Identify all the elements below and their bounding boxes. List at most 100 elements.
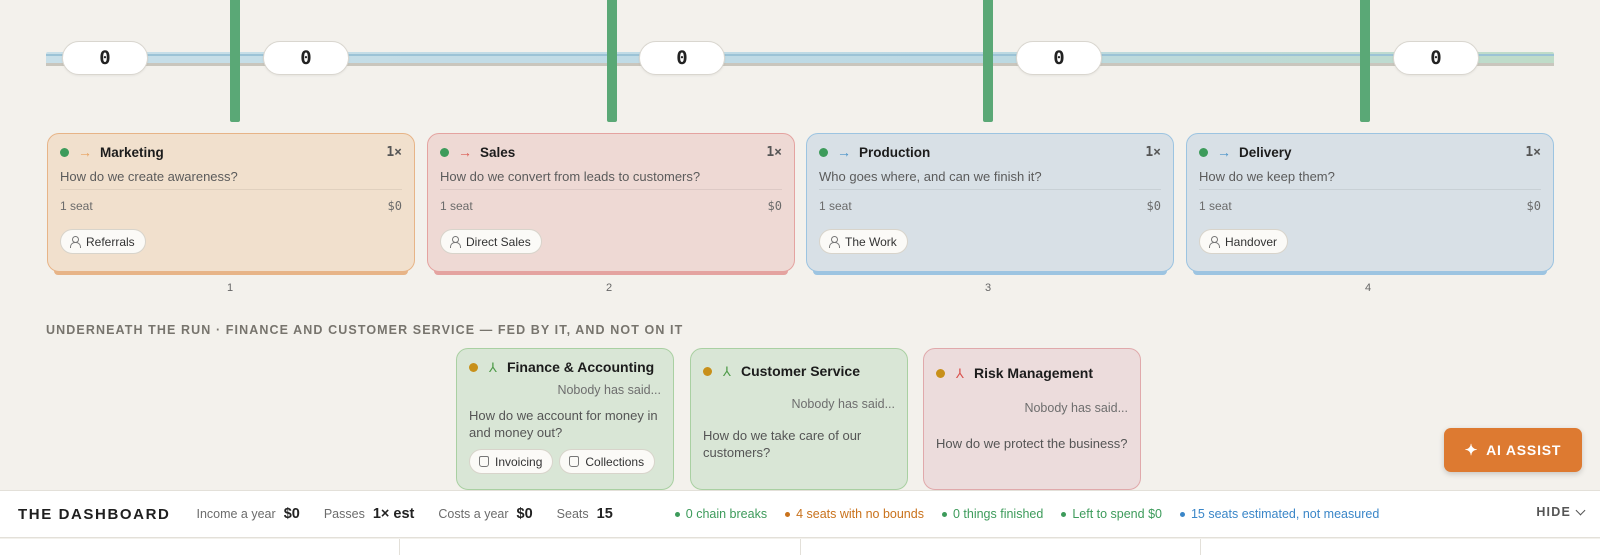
status-dot-icon <box>1061 511 1067 517</box>
role-chip[interactable]: Direct Sales <box>440 229 542 254</box>
stage-multiplier[interactable]: 1× <box>1145 145 1161 160</box>
person-icon <box>1209 236 1220 248</box>
status-unbounded-seats[interactable]: 4 seats with no bounds <box>785 507 924 521</box>
status-dot-icon <box>936 368 945 378</box>
stage-question: How do we convert from leads to customer… <box>440 166 782 190</box>
pipeline-riser-2 <box>607 0 617 122</box>
stage-header: → Production 1× <box>819 134 1161 170</box>
support-question: How do we protect the business? <box>936 436 1128 451</box>
metric-passes: Passes 1× est <box>324 506 415 522</box>
metric-label: Passes <box>323 507 365 521</box>
status-text: Left to spend $0 <box>1072 507 1162 521</box>
arrow-right-icon: → <box>78 144 92 160</box>
stage-cost: $0 <box>387 199 402 213</box>
stage-number: 4 <box>1364 282 1372 294</box>
pipeline-riser-3 <box>983 0 993 122</box>
stage-question: How do we keep them? <box>1199 166 1541 190</box>
role-chip-label: The Work <box>845 234 897 249</box>
person-icon <box>70 236 81 248</box>
stage-question: Who goes where, and can we finish it? <box>819 166 1161 190</box>
sparkle-icon: ✦ <box>1464 442 1479 459</box>
panel-divider <box>399 539 400 555</box>
stage-question: How do we create awareness? <box>60 166 402 190</box>
stage-cost: $0 <box>767 199 782 213</box>
underneath-title: UNDERNEATH THE RUN · FINANCE AND CUSTOME… <box>46 323 684 337</box>
stage-accent-bar <box>813 271 1167 275</box>
stage-meta: 1 seat $0 <box>819 199 1161 217</box>
support-name: Finance & Accounting <box>506 359 655 375</box>
stage-header: → Marketing 1× <box>60 134 402 170</box>
support-card-risk[interactable]: ⅄ Risk Management Nobody has said... How… <box>923 348 1141 490</box>
stage-card-sales[interactable]: → Sales 1× How do we convert from leads … <box>427 133 795 275</box>
support-card-finance[interactable]: ⅄ Finance & Accounting Nobody has said..… <box>456 348 674 490</box>
stage-cost: $0 <box>1146 199 1161 213</box>
stage-seats: 1 seat <box>60 199 93 213</box>
status-dot-icon <box>703 366 712 376</box>
metric-income: Income a year $0 <box>196 506 299 522</box>
support-chip-collections[interactable]: Collections <box>559 449 656 474</box>
metric-value: $0 <box>516 506 533 522</box>
stage-accent-bar <box>1193 271 1547 275</box>
dashboard-bar: THE DASHBOARD Income a year $0 Passes 1×… <box>0 490 1600 538</box>
pipeline-counter[interactable]: 0 <box>1393 41 1479 75</box>
chip-label: Collections <box>585 454 645 469</box>
support-question: How do we take care of our customers? <box>703 428 862 460</box>
stage-card-delivery[interactable]: → Delivery 1× How do we keep them? 1 sea… <box>1186 133 1554 275</box>
hide-dashboard-button[interactable]: HIDE <box>1536 505 1586 519</box>
status-text: 4 seats with no bounds <box>796 507 924 521</box>
metric-value: $0 <box>283 506 300 522</box>
status-dot-icon <box>60 147 69 157</box>
status-dot-icon <box>941 511 947 517</box>
stage-seats: 1 seat <box>819 199 852 213</box>
metric-seats: Seats 15 <box>557 506 613 522</box>
status-left-to-spend[interactable]: Left to spend $0 <box>1061 507 1162 521</box>
dashboard-title: THE DASHBOARD <box>18 505 171 523</box>
pipeline-riser-1 <box>230 0 240 122</box>
tripod-icon: ⅄ <box>489 359 497 375</box>
stage-multiplier[interactable]: 1× <box>766 145 782 160</box>
arrow-right-icon: → <box>837 144 851 160</box>
hand-icon <box>569 456 580 467</box>
pipeline-counter[interactable]: 0 <box>62 41 148 75</box>
stage-multiplier[interactable]: 1× <box>1525 145 1541 160</box>
status-chain-breaks[interactable]: 0 chain breaks <box>674 507 767 521</box>
stage-header: → Delivery 1× <box>1199 134 1541 170</box>
pipeline-counter[interactable]: 0 <box>263 41 349 75</box>
stage-accent-bar <box>54 271 408 275</box>
hand-icon <box>479 456 489 467</box>
panel-divider <box>1200 539 1201 555</box>
stage-name: Marketing <box>100 144 164 160</box>
stage-name: Sales <box>480 144 516 160</box>
stage-meta: 1 seat $0 <box>440 199 782 217</box>
pipeline-counter[interactable]: 0 <box>1016 41 1102 75</box>
role-chip[interactable]: Referrals <box>60 229 146 254</box>
metric-value: 15 <box>596 506 613 522</box>
status-dot-icon <box>819 147 828 157</box>
ai-assist-label: AI ASSIST <box>1486 442 1562 458</box>
status-seats-estimated[interactable]: 15 seats estimated, not measured <box>1179 507 1379 521</box>
support-chips: Invoicing Collections <box>469 449 661 474</box>
chip-label: Invoicing <box>495 454 543 469</box>
support-owner-note: Nobody has said... <box>557 383 661 397</box>
stage-multiplier[interactable]: 1× <box>386 145 402 160</box>
person-icon <box>829 236 840 248</box>
hide-label: HIDE <box>1536 505 1571 519</box>
stage-card-marketing[interactable]: → Marketing 1× How do we create awarenes… <box>47 133 415 275</box>
status-dot-icon <box>469 362 478 372</box>
status-things-finished[interactable]: 0 things finished <box>941 507 1043 521</box>
support-chip-invoicing[interactable]: Invoicing <box>469 449 554 474</box>
stage-card-production[interactable]: → Production 1× Who goes where, and can … <box>806 133 1174 275</box>
stage-meta: 1 seat $0 <box>1199 199 1541 217</box>
support-question: How do we account for money in and money… <box>469 408 658 440</box>
tripod-icon: ⅄ <box>723 363 731 379</box>
arrow-right-icon: → <box>1217 144 1231 160</box>
tripod-icon: ⅄ <box>956 365 964 381</box>
stage-number: 3 <box>984 282 992 294</box>
support-card-customer-service[interactable]: ⅄ Customer Service Nobody has said... Ho… <box>690 348 908 490</box>
pipeline-counter[interactable]: 0 <box>639 41 725 75</box>
role-chip[interactable]: Handover <box>1199 229 1289 254</box>
role-chip[interactable]: The Work <box>819 229 908 254</box>
metric-label: Income a year <box>196 507 276 521</box>
role-chip-label: Direct Sales <box>466 234 531 249</box>
ai-assist-button[interactable]: ✦ AI ASSIST <box>1444 428 1582 472</box>
